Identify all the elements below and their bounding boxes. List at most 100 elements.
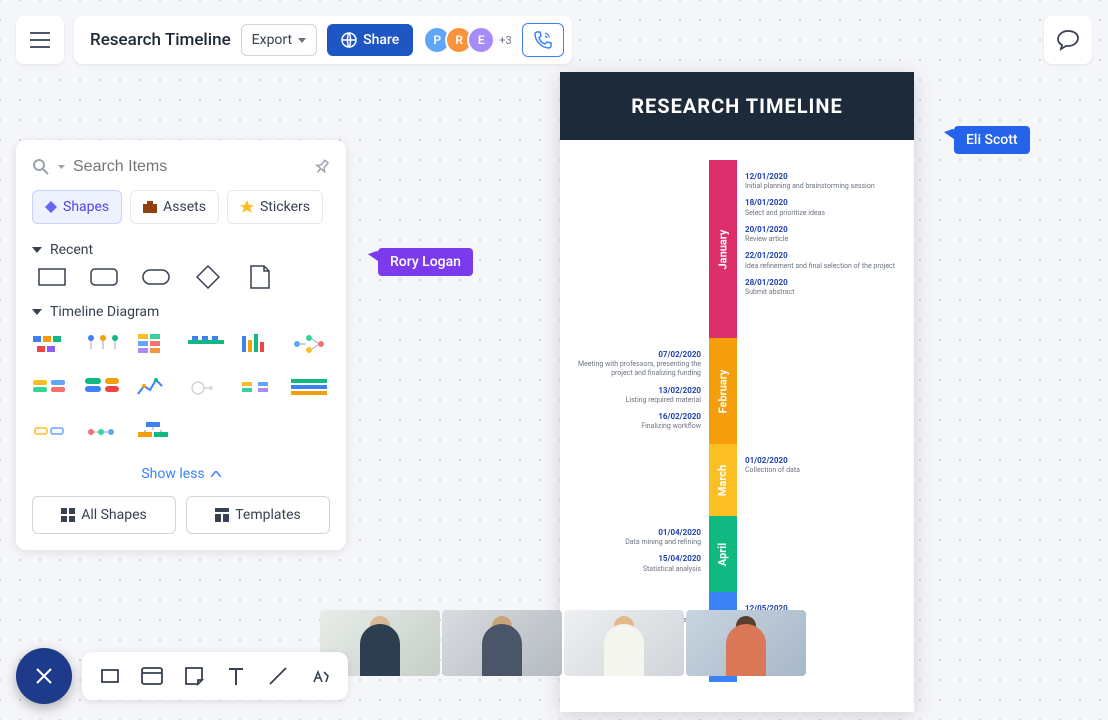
- month-label: January: [717, 229, 730, 269]
- rect-tool[interactable]: [98, 664, 122, 688]
- rounded-rect-shape[interactable]: [90, 268, 118, 286]
- panel-bottom-buttons: All Shapes Templates: [32, 496, 330, 534]
- diagram-10[interactable]: [187, 374, 225, 402]
- note-tool[interactable]: [182, 664, 206, 688]
- entry-text: Listing required material: [566, 396, 701, 405]
- pill-shape[interactable]: [142, 268, 170, 286]
- video-strip: [320, 610, 806, 676]
- document-title[interactable]: Research Timeline: [90, 30, 231, 50]
- show-less-button[interactable]: Show less: [32, 460, 330, 496]
- rect-shape[interactable]: [38, 268, 66, 286]
- entry-text: Finalizing workflow: [566, 422, 701, 431]
- close-icon: [35, 667, 53, 685]
- entry-text: Data mining and refining: [566, 538, 701, 547]
- entry-text: Idea refinement and final selection of t…: [745, 262, 905, 271]
- search-input[interactable]: [73, 158, 314, 176]
- globe-icon: [341, 32, 357, 48]
- chevron-up-icon: [211, 471, 221, 477]
- doc-title: RESEARCH TIMELINE: [560, 72, 914, 140]
- star-icon: [240, 200, 254, 214]
- page-shape[interactable]: [246, 268, 274, 286]
- comment-button[interactable]: [1044, 16, 1092, 64]
- entry-text: Initial planning and brainstorming sessi…: [745, 182, 905, 191]
- month-entries: 01/04/2020Data mining and refining15/04/…: [566, 528, 701, 581]
- diagram-8[interactable]: [84, 374, 122, 402]
- text-tool[interactable]: [224, 664, 248, 688]
- month-entries: 01/02/2020Collection of data: [745, 456, 905, 482]
- search-box[interactable]: [32, 158, 314, 176]
- briefcase-icon: [143, 201, 157, 213]
- collaborator-avatars[interactable]: P R E +3: [423, 26, 511, 54]
- entry-text: Review article: [745, 235, 905, 244]
- shapes-panel: Shapes Assets Stickers Recent Timeline D…: [16, 140, 346, 550]
- entry-date: 07/02/2020: [566, 350, 701, 360]
- entry-date: 22/01/2020: [745, 251, 905, 261]
- diamond-shape[interactable]: [194, 268, 222, 286]
- menu-button[interactable]: [16, 16, 64, 64]
- entry-text: Collection of data: [745, 466, 905, 475]
- diamond-icon: [45, 201, 57, 213]
- diagram-3[interactable]: [135, 330, 173, 358]
- avatar-overflow[interactable]: +3: [499, 34, 511, 47]
- tab-shapes[interactable]: Shapes: [32, 190, 122, 224]
- month-march: March 01/02/2020Collection of data: [560, 444, 914, 516]
- avatar-e[interactable]: E: [467, 26, 495, 54]
- timeline-section-header[interactable]: Timeline Diagram: [32, 304, 330, 320]
- month-entries: 12/01/2020Initial planning and brainstor…: [745, 172, 905, 304]
- month-label: March: [717, 464, 730, 495]
- diagram-13[interactable]: [32, 418, 70, 446]
- all-shapes-button[interactable]: All Shapes: [32, 496, 176, 534]
- entry-date: 13/02/2020: [566, 386, 701, 396]
- entry-date: 16/02/2020: [566, 412, 701, 422]
- diagram-15[interactable]: [135, 418, 173, 446]
- recent-section-header[interactable]: Recent: [32, 242, 330, 258]
- month-entries: 07/02/2020Meeting with professors, prese…: [566, 350, 701, 439]
- line-tool[interactable]: [266, 664, 290, 688]
- export-label: Export: [252, 32, 292, 48]
- tool-dock: [16, 648, 348, 704]
- month-bar: April: [709, 516, 737, 592]
- document-controls: Research Timeline Export Share P R E +3: [74, 16, 572, 64]
- diagram-1[interactable]: [32, 330, 70, 358]
- month-february: February 07/02/2020Meeting with professor…: [560, 338, 914, 444]
- diagram-9[interactable]: [135, 374, 173, 402]
- speech-bubble-icon: [1056, 29, 1080, 51]
- video-4[interactable]: [686, 610, 806, 676]
- cursor-rory-label: Rory Logan: [378, 248, 473, 276]
- entry-date: 28/01/2020: [745, 278, 905, 288]
- tab-stickers[interactable]: Stickers: [227, 190, 323, 224]
- share-button[interactable]: Share: [327, 24, 413, 56]
- diagram-4[interactable]: [187, 330, 225, 358]
- pin-icon[interactable]: [311, 156, 334, 179]
- card-tool[interactable]: [140, 664, 164, 688]
- video-2[interactable]: [442, 610, 562, 676]
- cursor-eli-label: Eli Scott: [954, 126, 1030, 154]
- diagram-14[interactable]: [84, 418, 122, 446]
- templates-button[interactable]: Templates: [186, 496, 330, 534]
- tab-assets[interactable]: Assets: [130, 190, 219, 224]
- caret-down-icon: [298, 38, 306, 43]
- month-bar: March: [709, 444, 737, 516]
- diagram-2[interactable]: [84, 330, 122, 358]
- highlight-tool[interactable]: [308, 664, 332, 688]
- month-bar: January: [709, 160, 737, 338]
- timeline-label: Timeline Diagram: [50, 304, 159, 320]
- diagram-grid: [32, 330, 330, 446]
- caret-down-icon: [32, 247, 42, 253]
- diagram-5[interactable]: [239, 330, 277, 358]
- entry-text: Select and prioritize ideas: [745, 209, 905, 218]
- month-bar: February: [709, 338, 737, 444]
- layout-icon: [215, 508, 229, 522]
- close-fab[interactable]: [16, 648, 72, 704]
- diagram-6[interactable]: [290, 330, 328, 358]
- all-shapes-label: All Shapes: [81, 507, 147, 523]
- diagram-7[interactable]: [32, 374, 70, 402]
- diagram-11[interactable]: [239, 374, 277, 402]
- export-button[interactable]: Export: [241, 24, 317, 56]
- video-3[interactable]: [564, 610, 684, 676]
- recent-shapes: [32, 268, 330, 286]
- month-april: April 01/04/2020Data mining and refining1…: [560, 516, 914, 592]
- entry-text: Meeting with professors, presenting the …: [566, 360, 701, 378]
- call-button[interactable]: [522, 23, 564, 57]
- diagram-12[interactable]: [290, 374, 328, 402]
